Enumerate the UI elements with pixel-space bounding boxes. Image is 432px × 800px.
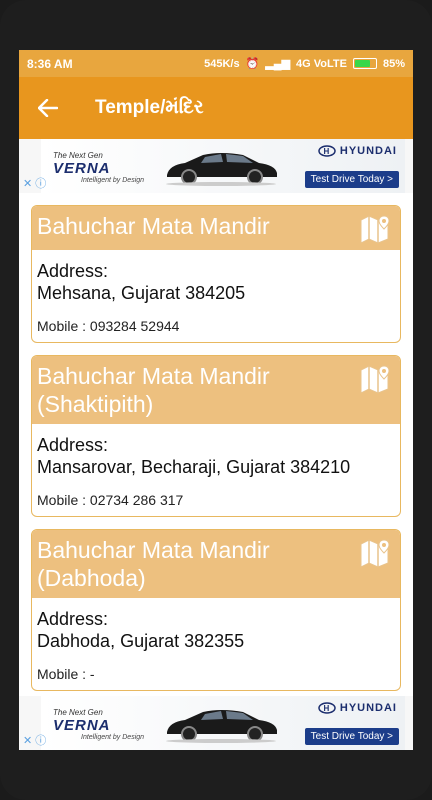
temple-mobile[interactable]: Mobile : - bbox=[37, 666, 395, 682]
ad-brand: H HYUNDAI bbox=[318, 702, 397, 714]
ad-content[interactable]: The Next Gen VERNA Intelligent by Design… bbox=[41, 139, 405, 193]
ad-choices[interactable]: ✕ ⓘ bbox=[23, 175, 46, 191]
ad-tagline-bottom: Intelligent by Design bbox=[81, 734, 145, 741]
ad-brand-name: HYUNDAI bbox=[339, 145, 397, 157]
temple-card-header: Bahuchar Mata Mandir bbox=[32, 206, 400, 250]
temple-card-body: Address: Mehsana, Gujarat 384205 Mobile … bbox=[32, 250, 400, 342]
address-label: Address: bbox=[37, 609, 109, 629]
address-label: Address: bbox=[37, 435, 109, 455]
temple-name: Bahuchar Mata Mandir bbox=[37, 213, 270, 239]
temple-card-header: Bahuchar Mata Mandir (Dabhoda) bbox=[32, 530, 400, 598]
map-icon[interactable] bbox=[358, 536, 394, 568]
battery-fill bbox=[354, 60, 371, 67]
temple-mobile[interactable]: Mobile : 093284 52944 bbox=[37, 318, 395, 334]
temple-card-body: Address: Mansarovar, Becharaji, Gujarat … bbox=[32, 424, 400, 516]
temple-card-header: Bahuchar Mata Mandir (Shaktipith) bbox=[32, 356, 400, 424]
ad-tagline-top: The Next Gen bbox=[53, 151, 103, 160]
status-time: 8:36 AM bbox=[27, 56, 73, 71]
ad-brand: H HYUNDAI bbox=[318, 145, 397, 157]
svg-text:H: H bbox=[323, 704, 330, 713]
status-right: 545K/s ⏰ ▂▄▆ 4G VoLTE 85% bbox=[204, 57, 405, 71]
ad-choices[interactable]: ✕ ⓘ bbox=[23, 732, 46, 748]
temple-card[interactable]: Bahuchar Mata Mandir Address: Mehsana, G… bbox=[31, 205, 401, 343]
ad-model: VERNA bbox=[53, 160, 111, 177]
ad-tagline-top: The Next Gen bbox=[53, 708, 103, 717]
page-title: Temple/મંદિર bbox=[95, 97, 204, 118]
network-speed: 545K/s bbox=[204, 57, 240, 70]
phone-frame: 8:36 AM 545K/s ⏰ ▂▄▆ 4G VoLTE 85% Temple… bbox=[0, 0, 432, 800]
temple-list[interactable]: Bahuchar Mata Mandir Address: Mehsana, G… bbox=[19, 193, 413, 692]
temple-name: Bahuchar Mata Mandir (Shaktipith) bbox=[37, 363, 270, 417]
car-image bbox=[166, 710, 277, 743]
temple-mobile[interactable]: Mobile : 02734 286 317 bbox=[37, 492, 395, 508]
ad-info-icon[interactable]: ⓘ bbox=[35, 175, 46, 191]
ad-cta-button[interactable]: Test Drive Today > bbox=[304, 728, 399, 745]
signal-icon: ▂▄▆ bbox=[265, 58, 291, 70]
ad-tagline-bottom: Intelligent by Design bbox=[81, 177, 145, 184]
ad-model: VERNA bbox=[53, 717, 111, 734]
temple-address: Dabhoda, Gujarat 382355 bbox=[37, 631, 245, 651]
back-arrow-icon[interactable] bbox=[37, 97, 59, 119]
map-icon[interactable] bbox=[358, 362, 394, 394]
address-label: Address: bbox=[37, 261, 109, 281]
app-bar: Temple/મંદિર bbox=[19, 77, 413, 139]
ad-close-icon[interactable]: ✕ bbox=[23, 177, 32, 190]
ad-cta-button[interactable]: Test Drive Today > bbox=[304, 171, 399, 188]
ad-banner-bottom[interactable]: The Next Gen VERNA Intelligent by Design… bbox=[19, 696, 413, 750]
temple-card-body: Address: Dabhoda, Gujarat 382355 Mobile … bbox=[32, 598, 400, 690]
temple-card[interactable]: Bahuchar Mata Mandir (Shaktipith) Addres… bbox=[31, 355, 401, 517]
hyundai-logo-icon: H bbox=[318, 145, 336, 157]
car-image bbox=[166, 153, 277, 186]
network-type: 4G VoLTE bbox=[296, 57, 347, 70]
ad-brand-name: HYUNDAI bbox=[339, 702, 397, 714]
temple-address: Mehsana, Gujarat 384205 bbox=[37, 283, 246, 303]
temple-card[interactable]: Bahuchar Mata Mandir (Dabhoda) Address: … bbox=[31, 529, 401, 691]
ad-close-icon[interactable]: ✕ bbox=[23, 734, 32, 747]
ad-content[interactable]: The Next Gen VERNA Intelligent by Design… bbox=[41, 696, 405, 750]
screen: 8:36 AM 545K/s ⏰ ▂▄▆ 4G VoLTE 85% Temple… bbox=[19, 50, 413, 750]
ad-banner-top[interactable]: The Next Gen VERNA Intelligent by Design… bbox=[19, 139, 413, 193]
hyundai-logo-icon: H bbox=[318, 702, 336, 714]
map-icon[interactable] bbox=[358, 212, 394, 244]
temple-name: Bahuchar Mata Mandir (Dabhoda) bbox=[37, 537, 270, 591]
alarm-icon: ⏰ bbox=[245, 58, 260, 70]
status-bar: 8:36 AM 545K/s ⏰ ▂▄▆ 4G VoLTE 85% bbox=[19, 50, 413, 77]
svg-text:H: H bbox=[323, 147, 330, 156]
battery-percent: 85% bbox=[382, 57, 405, 70]
battery-icon bbox=[352, 58, 377, 69]
ad-info-icon[interactable]: ⓘ bbox=[35, 732, 46, 748]
temple-address: Mansarovar, Becharaji, Gujarat 384210 bbox=[37, 457, 351, 477]
